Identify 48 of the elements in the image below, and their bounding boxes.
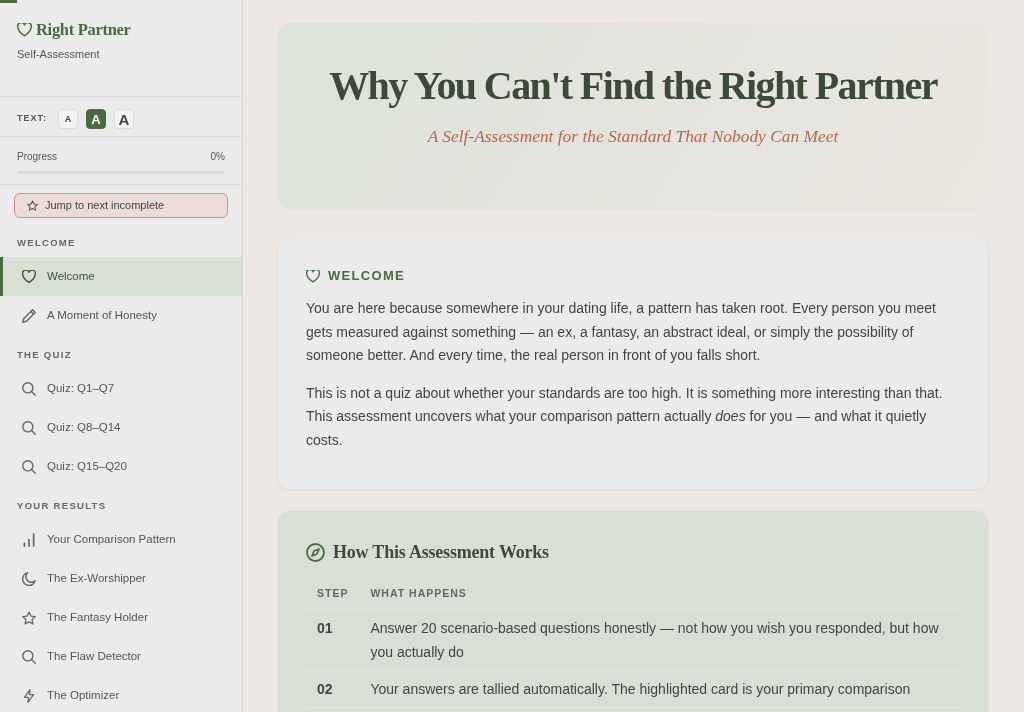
lightning-icon bbox=[22, 688, 36, 703]
text-size-button[interactable]: A bbox=[86, 109, 106, 129]
compass-icon bbox=[306, 542, 325, 562]
heart-icon bbox=[306, 269, 320, 283]
heart-icon bbox=[22, 269, 36, 284]
text-size-label: TEXT: bbox=[17, 112, 47, 126]
nav-item[interactable]: Your Comparison Pattern bbox=[0, 520, 242, 559]
nav-item[interactable]: The Optimizer bbox=[0, 676, 242, 712]
nav-item[interactable]: Quiz: Q1–Q7 bbox=[0, 369, 242, 408]
paragraph: This is not a quiz about whether your standards are too high. It is something more interesting than that. This assessment uncovers what your comparison pattern actually does for you — and what it quietly costs. bbox=[306, 383, 944, 450]
nav-item[interactable]: The Flaw Detector bbox=[0, 637, 242, 676]
progress-percent: 0% bbox=[210, 150, 225, 163]
nav-item[interactable]: Quiz: Q15–Q20 bbox=[0, 447, 242, 486]
table-cell: 01 bbox=[306, 609, 360, 671]
nav-item[interactable]: The Ex-Worshipper bbox=[0, 559, 242, 598]
jump-button[interactable]: Jump to next incomplete bbox=[14, 193, 228, 218]
progress-label: Progress bbox=[17, 150, 57, 163]
table-cell: Your answers are tallied automatically. The highlighted card is your primary comparison bbox=[359, 670, 960, 708]
nav-item[interactable]: Welcome bbox=[0, 257, 242, 296]
heart-icon bbox=[17, 23, 32, 37]
column-header: STEP bbox=[306, 580, 360, 610]
brand-tagline: Self-Assessment bbox=[17, 47, 101, 62]
search-icon bbox=[22, 459, 36, 474]
section-heading: WELCOME bbox=[328, 267, 405, 285]
section-label: YOUR RESULTS bbox=[16, 500, 108, 512]
section-heading: How This Assessment Works bbox=[333, 541, 549, 564]
search-icon bbox=[22, 420, 36, 435]
column-header: WHAT HAPPENS bbox=[359, 580, 960, 610]
nav-item[interactable]: Quiz: Q8–Q14 bbox=[0, 408, 242, 447]
moon-icon bbox=[22, 571, 36, 586]
page-title: Why You Can't Find the Right Partner bbox=[328, 62, 939, 110]
nav-item[interactable]: A Moment of Honesty bbox=[0, 296, 242, 335]
section-label: THE QUIZ bbox=[16, 349, 73, 361]
section-label: WELCOME bbox=[16, 237, 77, 249]
star-icon bbox=[27, 200, 38, 211]
search-icon bbox=[22, 381, 36, 396]
table-cell: 02 bbox=[306, 670, 360, 708]
text-size-button[interactable]: A bbox=[114, 109, 134, 129]
nav-item[interactable]: The Fantasy Holder bbox=[0, 598, 242, 637]
page-subtitle: A Self-Assessment for the Standard That Nobody Can Meet bbox=[426, 125, 840, 147]
text-size-button[interactable]: A bbox=[58, 109, 78, 129]
brand-name: Right Partner bbox=[36, 19, 131, 41]
bar-chart-icon bbox=[22, 532, 36, 547]
paragraph: You are here because somewhere in your dating life, a pattern has taken root. Every person you meet gets measured against something — an ex, a fantasy, an abstract ideal, or simply the possibility of someone better. And every time, the real person in front of you falls short. bbox=[306, 299, 937, 365]
search-icon bbox=[22, 649, 36, 664]
star-icon bbox=[22, 610, 36, 625]
table-cell: Answer 20 scenario-based questions honestly — not how you wish you responded, but how you actually do bbox=[359, 609, 960, 671]
pencil-icon bbox=[22, 308, 36, 323]
